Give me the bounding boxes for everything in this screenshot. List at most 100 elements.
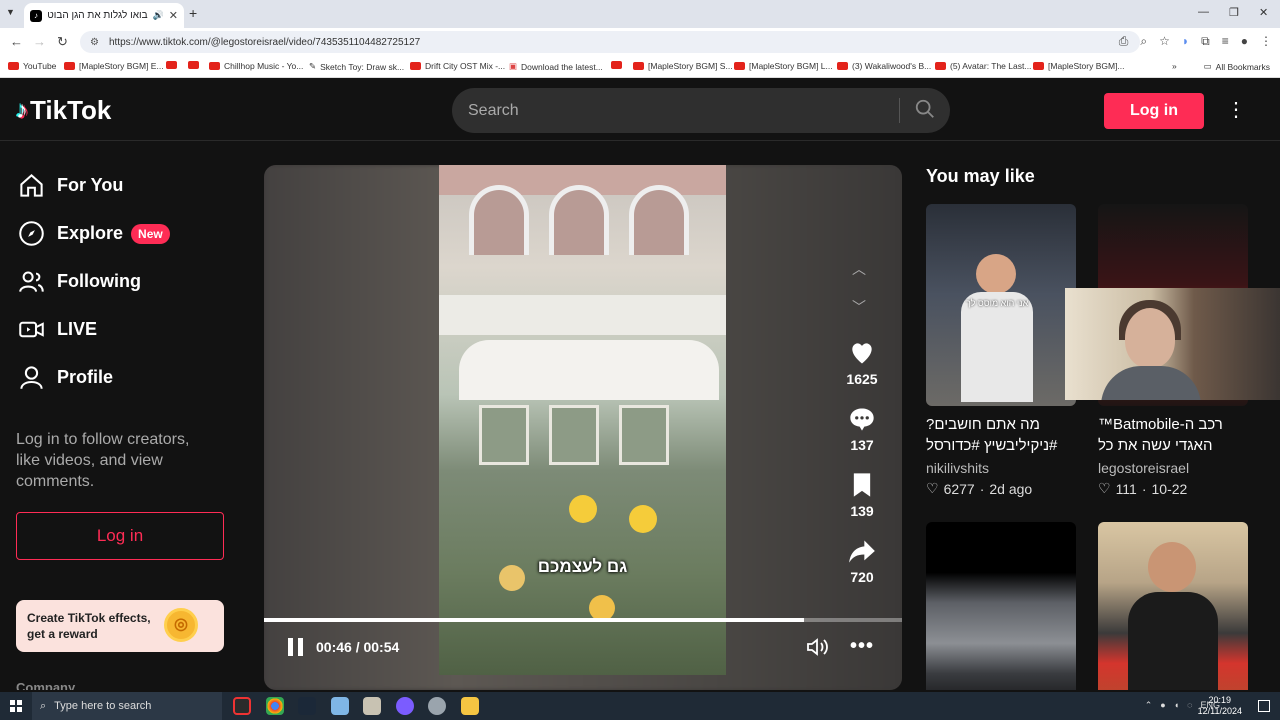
browser-tab[interactable]: ♪ בואו לגלות את הגן הבוטני :) 🔊 ✕ — [24, 3, 184, 28]
close-tab-icon[interactable]: ✕ — [169, 9, 178, 22]
extension-icon[interactable]: ◗ — [1182, 34, 1189, 49]
bookmark-item[interactable]: [MapleStory BGM]... — [1033, 61, 1125, 71]
save-button[interactable]: 139 — [832, 471, 892, 519]
card-description: מה אתם חושבים? #ניקיליבשיץ #כדורסל — [926, 416, 1058, 454]
sidebar-login-button[interactable]: Log in — [16, 512, 224, 560]
network-icon[interactable]: ◌ — [1187, 700, 1192, 711]
comment-icon — [850, 408, 874, 431]
site-info-icon[interactable]: ⚙ — [90, 37, 99, 48]
puzzle-icon[interactable]: ⧉ — [1201, 34, 1210, 49]
app-taskbar-icon[interactable] — [331, 697, 349, 715]
install-app-icon[interactable]: ⎙ — [1119, 34, 1129, 49]
zoom-icon[interactable]: ⌕ — [1140, 34, 1147, 49]
bookmark-item[interactable]: Chillhop Music - Yo... — [209, 61, 303, 71]
bookmark-item[interactable]: ▣ Download the latest... — [509, 61, 603, 72]
search-icon: ⌕ — [40, 699, 47, 712]
search-icon[interactable] — [914, 98, 936, 120]
building-window — [549, 405, 599, 465]
video-player[interactable]: גם לעצמכם ︿ ﹀ 1625 137 139 720 00:46 / 0… — [264, 165, 902, 690]
card-author[interactable]: nikilivshits — [926, 460, 1076, 476]
recommend-card[interactable] — [1098, 522, 1248, 690]
more-bookmarks-icon[interactable]: » — [1172, 61, 1177, 71]
nav-live[interactable]: LIVE — [18, 316, 97, 343]
new-tab-button[interactable]: + — [189, 5, 197, 21]
user-icon — [20, 366, 43, 390]
volume-icon[interactable] — [806, 637, 830, 657]
nav-profile[interactable]: Profile — [18, 364, 113, 391]
card-author[interactable]: legostoreisrael — [1098, 460, 1248, 476]
previous-video-icon[interactable]: ︿ — [852, 259, 866, 279]
bookmark-item[interactable]: ✎ Sketch Toy: Draw sk... — [309, 61, 404, 72]
video-frame[interactable]: גם לעצמכם — [439, 165, 726, 675]
building-arch — [629, 185, 689, 255]
chrome-taskbar-icon[interactable] — [266, 697, 284, 715]
app-taskbar-icon[interactable] — [363, 697, 381, 715]
reload-icon[interactable]: ↻ — [57, 34, 68, 50]
search-divider — [899, 98, 900, 123]
bookmark-item[interactable]: (5) Avatar: The Last... — [935, 61, 1031, 71]
bookmark-item[interactable]: [MapleStory BGM] E... — [64, 61, 164, 71]
bookmark-item[interactable]: [MapleStory BGM] S... — [633, 61, 733, 71]
bookmark-item[interactable] — [188, 61, 203, 69]
back-icon[interactable]: ← — [10, 34, 23, 49]
restore-icon[interactable]: ❐ — [1229, 6, 1239, 19]
header-login-button[interactable]: Log in — [1104, 93, 1204, 129]
bookmark-item[interactable]: (3) Wakaliwood's B... — [837, 61, 931, 71]
recommend-card[interactable]: אני הוא מוסס לך מה אתם חושבים? #ניקיליבש… — [926, 204, 1076, 497]
star-icon[interactable]: ☆ — [1159, 34, 1170, 49]
app-taskbar-icon[interactable] — [396, 697, 414, 715]
taskbar-search-input[interactable]: ⌕ Type here to search — [32, 692, 222, 720]
bookmarks-bar: YouTube [MapleStory BGM] E... Chillhop M… — [0, 56, 1280, 78]
progress-bar[interactable] — [264, 618, 902, 622]
app-taskbar-icon[interactable] — [428, 697, 446, 715]
file-explorer-taskbar-icon[interactable] — [461, 697, 479, 715]
tab-search-icon[interactable]: ▼ — [6, 7, 15, 17]
notifications-icon[interactable] — [1258, 700, 1270, 712]
player-more-icon[interactable]: ••• — [850, 635, 874, 658]
forward-icon[interactable]: → — [33, 34, 46, 49]
site-header: ♪ TikTok Search Log in ⋮ — [0, 79, 1280, 141]
steam-taskbar-icon[interactable] — [298, 697, 316, 715]
profile-avatar-icon[interactable]: ● — [1241, 34, 1248, 49]
search-input[interactable]: Search — [452, 88, 950, 133]
url-field[interactable]: ⚙ https://www.tiktok.com/@legostoreisrae… — [80, 31, 1140, 53]
taskbar-clock[interactable]: 20:19 12/11/2024 — [1198, 695, 1242, 717]
microphone-icon[interactable]: ● — [1160, 700, 1165, 711]
bookmark-item[interactable]: YouTube — [8, 61, 56, 71]
youtube-icon — [935, 62, 946, 70]
nav-for-you[interactable]: For You — [18, 172, 123, 199]
pause-icon[interactable] — [288, 638, 304, 656]
video-thumbnail[interactable] — [926, 522, 1076, 690]
webcam-shirt — [1101, 366, 1201, 400]
bookmark-item[interactable]: [MapleStory BGM] L... — [734, 61, 833, 71]
video-thumbnail[interactable]: אני הוא מוסס לך — [926, 204, 1076, 406]
minimize-icon[interactable]: — — [1198, 6, 1209, 18]
more-options-icon[interactable]: ⋮ — [1226, 97, 1246, 122]
bookmark-item[interactable] — [611, 61, 626, 69]
speaker-icon[interactable]: 🔊 — [153, 10, 164, 21]
home-icon — [20, 174, 43, 197]
taskbar-app-icon[interactable] — [233, 697, 251, 715]
close-window-icon[interactable]: ✕ — [1259, 6, 1268, 19]
all-bookmarks[interactable]: ▭ All Bookmarks — [1204, 61, 1270, 72]
windows-start-icon[interactable] — [10, 700, 22, 712]
create-effects-banner[interactable]: Create TikTok effects, get a reward ◎ — [16, 600, 224, 652]
recommend-card[interactable] — [926, 522, 1076, 690]
bookmark-item[interactable] — [166, 61, 181, 69]
speaker-tray-icon[interactable]: ◖ — [1174, 700, 1179, 711]
video-thumbnail[interactable] — [1098, 522, 1248, 690]
chrome-menu-icon[interactable]: ⋮ — [1260, 34, 1272, 49]
tray-chevron-icon[interactable]: ⌃ — [1145, 700, 1153, 711]
heart-icon — [852, 343, 872, 364]
nav-explore[interactable]: Explore New — [18, 220, 170, 247]
nav-following[interactable]: Following — [18, 268, 141, 295]
tiktok-logo[interactable]: ♪ TikTok — [16, 95, 111, 126]
company-link[interactable]: Company — [16, 680, 75, 690]
comment-button[interactable]: 137 — [832, 405, 892, 453]
time-display: 00:46 / 00:54 — [316, 639, 400, 655]
bookmark-item[interactable]: Drift City OST Mix -... — [410, 61, 505, 71]
share-button[interactable]: 720 — [832, 537, 892, 585]
next-video-icon[interactable]: ﹀ — [852, 297, 866, 317]
like-button[interactable]: 1625 — [832, 339, 892, 387]
media-queue-icon[interactable]: ≡ — [1222, 34, 1229, 49]
